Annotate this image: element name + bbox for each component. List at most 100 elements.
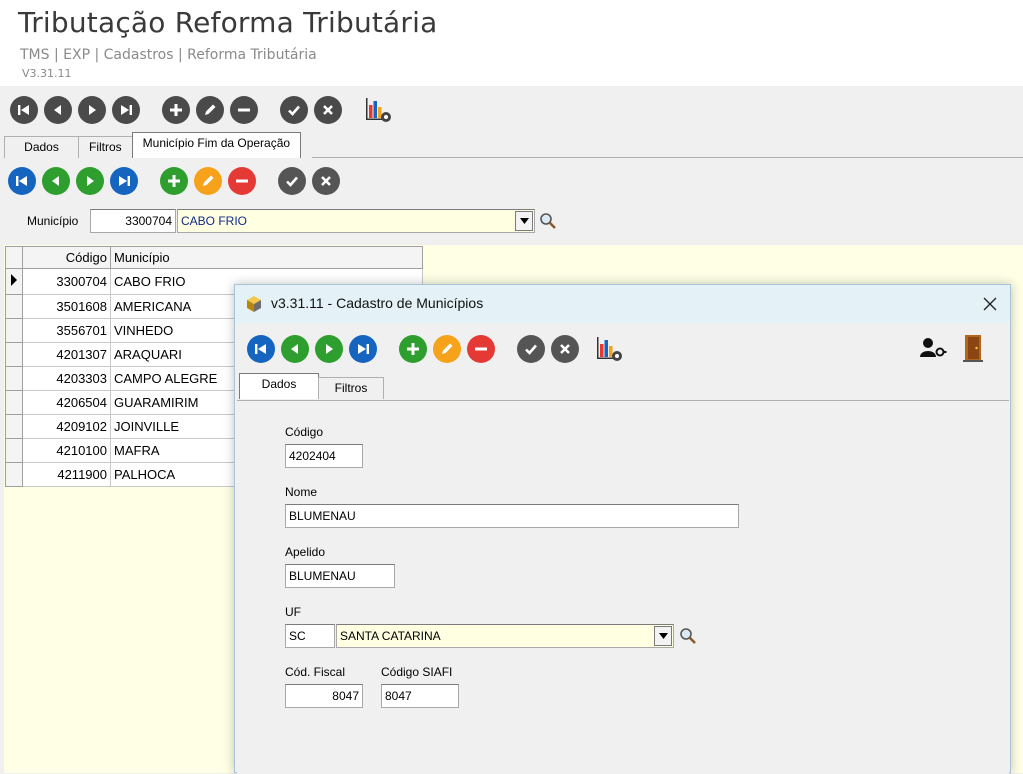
main-tabs: Dados Filtros Município Fim da Operação bbox=[4, 132, 302, 158]
uf-name-combo[interactable]: SANTA CATARINA bbox=[336, 624, 674, 648]
first-record-button[interactable] bbox=[10, 96, 38, 124]
pencil-icon bbox=[442, 343, 453, 354]
page-title: Tributação Reforma Tributária bbox=[18, 6, 438, 39]
uf-search-icon[interactable] bbox=[678, 626, 698, 646]
dialog-previous-record-button[interactable] bbox=[281, 335, 309, 363]
plus-icon bbox=[170, 104, 182, 116]
grid-header-municipio[interactable]: Município bbox=[110, 246, 423, 269]
sub-delete-button[interactable] bbox=[228, 167, 256, 195]
main-toolbar bbox=[10, 95, 394, 125]
next-icon bbox=[87, 176, 94, 186]
dialog-delete-button[interactable] bbox=[467, 335, 495, 363]
row-indicator bbox=[5, 390, 23, 415]
app-header: Tributação Reforma Tributária TMS | EXP … bbox=[0, 0, 1023, 86]
cell-codigo: 4203303 bbox=[22, 366, 111, 391]
exit-button[interactable] bbox=[961, 333, 985, 363]
add-button[interactable] bbox=[162, 96, 190, 124]
close-icon bbox=[323, 105, 333, 115]
last-icon bbox=[358, 344, 369, 354]
dialog-next-record-button[interactable] bbox=[315, 335, 343, 363]
next-record-button[interactable] bbox=[78, 96, 106, 124]
municipio-code-input[interactable]: 3300704 bbox=[90, 209, 176, 233]
tab-municipio-fim-operacao[interactable]: Município Fim da Operação bbox=[131, 132, 302, 158]
check-icon bbox=[288, 105, 300, 116]
dialog-edit-button[interactable] bbox=[433, 335, 461, 363]
close-icon bbox=[321, 176, 331, 186]
first-icon bbox=[255, 344, 266, 354]
tab-filtros[interactable]: Filtros bbox=[78, 136, 133, 158]
apelido-input[interactable]: BLUMENAU bbox=[285, 564, 395, 588]
edit-button[interactable] bbox=[196, 96, 224, 124]
exit-door-icon bbox=[963, 335, 983, 362]
first-icon bbox=[18, 105, 29, 115]
row-indicator bbox=[5, 342, 23, 367]
municipio-search-icon[interactable] bbox=[538, 211, 558, 231]
cadastro-municipios-dialog: v3.31.11 - Cadastro de Municípios Dados … bbox=[234, 284, 1011, 774]
sub-last-record-button[interactable] bbox=[110, 167, 138, 195]
cancel-button[interactable] bbox=[314, 96, 342, 124]
sub-add-button[interactable] bbox=[160, 167, 188, 195]
dialog-first-record-button[interactable] bbox=[247, 335, 275, 363]
dialog-add-button[interactable] bbox=[399, 335, 427, 363]
municipio-name-combo[interactable]: CABO FRIO bbox=[177, 209, 535, 233]
chart-gear-icon bbox=[366, 98, 391, 122]
cod-fiscal-input[interactable]: 8047 bbox=[285, 684, 363, 708]
check-icon bbox=[525, 344, 537, 355]
sub-previous-record-button[interactable] bbox=[42, 167, 70, 195]
user-key-button[interactable] bbox=[919, 335, 947, 361]
uf-code-input[interactable]: SC bbox=[285, 624, 335, 648]
dialog-titlebar[interactable]: v3.31.11 - Cadastro de Municípios bbox=[235, 285, 1010, 323]
sub-cancel-button[interactable] bbox=[312, 167, 340, 195]
dialog-confirm-button[interactable] bbox=[517, 335, 545, 363]
tab-dados[interactable]: Dados bbox=[4, 136, 79, 158]
dialog-dados-panel: Código 4202404 Nome BLUMENAU Apelido BLU… bbox=[237, 400, 1009, 774]
dialog-cancel-button[interactable] bbox=[551, 335, 579, 363]
sub-next-record-button[interactable] bbox=[76, 167, 104, 195]
minus-icon bbox=[475, 347, 487, 351]
cod-fiscal-label: Cód. Fiscal bbox=[285, 665, 346, 679]
cell-codigo: 4201307 bbox=[22, 342, 111, 367]
chart-gear-icon bbox=[597, 337, 622, 361]
report-settings-button[interactable] bbox=[364, 95, 394, 125]
codigo-siafi-input[interactable]: 8047 bbox=[381, 684, 459, 708]
dialog-tab-dados[interactable]: Dados bbox=[239, 373, 319, 399]
dialog-toolbar bbox=[247, 334, 625, 364]
minus-icon bbox=[238, 108, 250, 112]
cell-codigo: 4206504 bbox=[22, 390, 111, 415]
chevron-down-icon bbox=[658, 633, 668, 639]
row-indicator bbox=[5, 294, 23, 319]
codigo-input[interactable]: 4202404 bbox=[285, 444, 363, 468]
pencil-icon bbox=[205, 104, 216, 115]
uf-dropdown-button[interactable] bbox=[654, 626, 672, 646]
sub-first-record-button[interactable] bbox=[8, 167, 36, 195]
municipio-dropdown-button[interactable] bbox=[515, 211, 533, 231]
grid-indicator-header bbox=[5, 246, 23, 269]
sub-toolbar bbox=[8, 167, 346, 195]
previous-record-button[interactable] bbox=[44, 96, 72, 124]
dialog-last-record-button[interactable] bbox=[349, 335, 377, 363]
grid-header-codigo[interactable]: Código bbox=[22, 246, 111, 269]
delete-button[interactable] bbox=[230, 96, 258, 124]
previous-icon bbox=[52, 176, 59, 186]
dialog-tab-filtros[interactable]: Filtros bbox=[318, 377, 384, 399]
dialog-close-button[interactable] bbox=[979, 293, 1001, 315]
cell-codigo: 4210100 bbox=[22, 438, 111, 463]
row-indicator bbox=[5, 268, 23, 295]
last-icon bbox=[119, 176, 130, 186]
last-record-button[interactable] bbox=[112, 96, 140, 124]
dialog-report-settings-button[interactable] bbox=[595, 334, 625, 364]
user-key-icon bbox=[920, 338, 947, 357]
dialog-tabs: Dados Filtros bbox=[239, 373, 384, 399]
chevron-down-icon bbox=[519, 218, 529, 224]
sub-confirm-button[interactable] bbox=[278, 167, 306, 195]
codigo-label: Código bbox=[285, 425, 324, 439]
confirm-button[interactable] bbox=[280, 96, 308, 124]
breadcrumb: TMS | EXP | Cadastros | Reforma Tributár… bbox=[20, 47, 317, 63]
version-label: V3.31.11 bbox=[22, 67, 72, 80]
cell-codigo: 3300704 bbox=[22, 268, 111, 295]
close-icon bbox=[560, 344, 570, 354]
nome-input[interactable]: BLUMENAU bbox=[285, 504, 739, 528]
sub-edit-button[interactable] bbox=[194, 167, 222, 195]
first-icon bbox=[16, 176, 27, 186]
plus-icon bbox=[407, 343, 419, 355]
